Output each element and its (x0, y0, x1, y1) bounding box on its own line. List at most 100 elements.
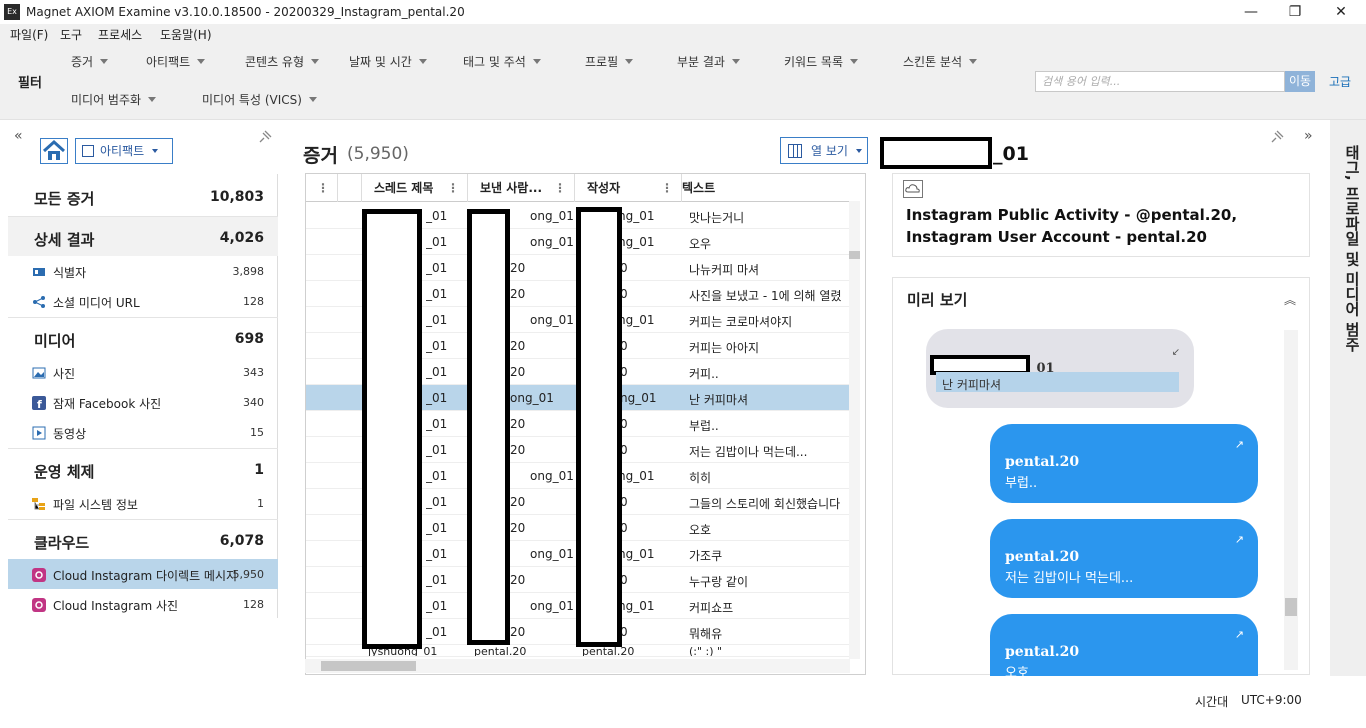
category-all-evidence[interactable]: 모든 증거 10,803 (8, 176, 278, 216)
chevron-down-icon (969, 59, 978, 64)
artifact-item-cloud-instagram-dm[interactable]: Cloud Instagram 다이렉트 메시지 5,950 (8, 559, 278, 589)
filter-content-type-dropdown[interactable]: 콘텐츠 유형 (245, 54, 320, 70)
artifact-item-identifiers[interactable]: 식별자 3,898 (8, 256, 278, 286)
preview-scrollbar[interactable] (1284, 330, 1298, 670)
artifact-item-social-media-url[interactable]: 소셜 미디어 URL 128 (8, 286, 278, 316)
cell-sender: 20 (510, 287, 526, 301)
window-title: Magnet AXIOM Examine v3.10.0.18500 - 202… (26, 5, 465, 19)
cell-sender: ong_01 (530, 209, 574, 223)
cell-text: 누구랑 같이 (689, 575, 749, 589)
column-header-thread-title[interactable]: 스레드 제목 ⋮ (362, 174, 468, 202)
evidence-count: (5,950) (347, 144, 409, 164)
filter-profile-dropdown[interactable]: 프로필 (585, 54, 634, 70)
menu-process[interactable]: 프로세스 (98, 27, 142, 43)
filter-vics-dropdown[interactable]: 미디어 특성 (VICS) (202, 92, 317, 108)
column-options-icon[interactable]: ⋮ (661, 174, 673, 202)
restore-button[interactable]: ❐ (1272, 0, 1318, 24)
artifact-item-file-system-info[interactable]: 파일 시스템 정보 1 (8, 488, 278, 518)
filter-media-category-dropdown[interactable]: 미디어 범주화 (71, 92, 157, 108)
chevron-down-icon (855, 149, 862, 153)
column-view-dropdown[interactable]: 열 보기 (780, 137, 868, 164)
instagram-icon (32, 567, 46, 582)
artifact-item-videos[interactable]: 동영상 15 (8, 417, 278, 447)
evidence-grid: ⋮ 스레드 제목 ⋮ 보낸 사람... ⋮ 작성자 ⋮ 텍스트 _01 ong_01 ng… (305, 173, 866, 675)
artifact-item-facebook-pictures[interactable]: f 잠재 Facebook 사진 340 (8, 387, 278, 417)
collapse-right-button[interactable]: » (1304, 128, 1313, 144)
filter-partial-results-dropdown[interactable]: 부분 결과 (677, 54, 740, 70)
cell-thread: _01 (426, 573, 448, 587)
category-count: 10,803 (209, 189, 264, 205)
column-options-icon[interactable]: ⋮ (554, 174, 566, 202)
outgoing-message-text: 부럽.. (1005, 476, 1038, 491)
collapse-left-button[interactable]: « (14, 128, 23, 144)
filter-evidence-dropdown[interactable]: 증거 (71, 54, 109, 70)
filter-label-text: 증거 (71, 55, 94, 69)
cell-text: 커피쇼프 (689, 601, 734, 615)
grid-horizontal-scrollbar[interactable] (305, 659, 850, 673)
menu-file[interactable]: 파일(F) (10, 27, 48, 43)
column-title: 작성자 (587, 181, 621, 195)
pin-icon[interactable] (258, 130, 272, 147)
cell-thread: _01 (426, 339, 448, 353)
category-refined-results[interactable]: 상세 결과 4,026 (8, 216, 278, 256)
timezone-value: UTC+9:00 (1241, 693, 1302, 707)
cell-text: 부럽.. (689, 419, 719, 433)
column-header-text[interactable]: 텍스트 (682, 174, 854, 202)
grid-vertical-scrollbar[interactable] (849, 201, 860, 659)
cell-text: 맛나는거니 (689, 211, 745, 225)
search-go-button[interactable]: 이동 (1285, 71, 1315, 92)
category-media[interactable]: 미디어 698 (8, 317, 278, 357)
column-menu-button[interactable]: ⋮ (306, 174, 338, 202)
filter-datetime-dropdown[interactable]: 날짜 및 시간 (349, 54, 427, 70)
outgoing-message-text: 저는 김밥이나 먹는데... (1005, 571, 1134, 586)
close-button[interactable]: ✕ (1318, 0, 1364, 24)
cell-author: ng_01 (620, 391, 657, 405)
column-header-author[interactable]: 작성자 ⋮ (575, 174, 682, 202)
artifact-item-pictures[interactable]: 사진 343 (8, 357, 278, 387)
incoming-message-bubble[interactable]: _01 난 커피마셔 ↙ (926, 329, 1194, 408)
expand-arrow-icon: ↗ (1234, 533, 1244, 546)
column-options-icon[interactable]: ⋮ (447, 174, 459, 202)
outgoing-message-bubble[interactable]: ↗ pental.20 부럽.. (990, 424, 1258, 503)
menu-tools[interactable]: 도구 (60, 27, 82, 43)
cell-text: 커피.. (689, 367, 719, 381)
cell-thread: _01 (426, 261, 448, 275)
artifact-name: 사진 (53, 367, 76, 381)
filter-skintone-dropdown[interactable]: 스킨톤 분석 (903, 54, 978, 70)
category-name: 상세 결과 (34, 231, 95, 249)
scroll-thumb[interactable] (321, 661, 416, 671)
instagram-icon (32, 597, 46, 612)
category-count: 4,026 (219, 230, 264, 246)
advanced-search-link[interactable]: 고급 (1329, 73, 1351, 90)
cell-text: 사진을 보냈고 - 1에 의해 열렸 (689, 289, 842, 303)
column-header-sender[interactable]: 보낸 사람... ⋮ (468, 174, 575, 202)
collapse-preview-button[interactable]: ︽ (1284, 291, 1296, 308)
category-count: 6,078 (219, 533, 264, 549)
filter-keyword-list-dropdown[interactable]: 키워드 목록 (784, 54, 859, 70)
artifact-view-dropdown[interactable]: 아티팩트 (75, 138, 173, 164)
cell-sender: 20 (510, 521, 526, 535)
category-operating-system[interactable]: 운영 체제 1 (8, 448, 278, 488)
filter-label-text: 프로필 (585, 55, 619, 69)
outgoing-message-bubble[interactable]: ↗ pental.20 오호 (990, 614, 1258, 676)
scroll-thumb[interactable] (1285, 598, 1297, 616)
scroll-thumb[interactable] (849, 251, 860, 259)
artifact-item-cloud-instagram-photos[interactable]: Cloud Instagram 사진 128 (8, 589, 278, 619)
cell-text: 뭐해유 (689, 627, 723, 641)
cell-thread: _01 (426, 443, 448, 457)
svg-text:f: f (37, 398, 42, 410)
cell-sender: ong_01 (510, 391, 554, 405)
category-cloud[interactable]: 클라우드 6,078 (8, 519, 278, 559)
minimize-button[interactable]: — (1228, 0, 1274, 24)
home-button[interactable] (40, 138, 68, 164)
menu-help[interactable]: 도움말(H) (160, 27, 212, 43)
filter-artifact-dropdown[interactable]: 아티팩트 (146, 54, 206, 70)
artifact-count: 5,950 (232, 568, 265, 581)
column-title: 텍스트 (682, 181, 716, 195)
search-input[interactable]: 검색 용어 입력... (1035, 71, 1285, 92)
outgoing-sender: pental.20 (1005, 644, 1080, 660)
pin-icon[interactable] (1270, 130, 1284, 147)
category-count: 698 (234, 331, 264, 347)
filter-tags-dropdown[interactable]: 태그 및 주석 (463, 54, 541, 70)
outgoing-message-bubble[interactable]: ↗ pental.20 저는 김밥이나 먹는데... (990, 519, 1258, 598)
